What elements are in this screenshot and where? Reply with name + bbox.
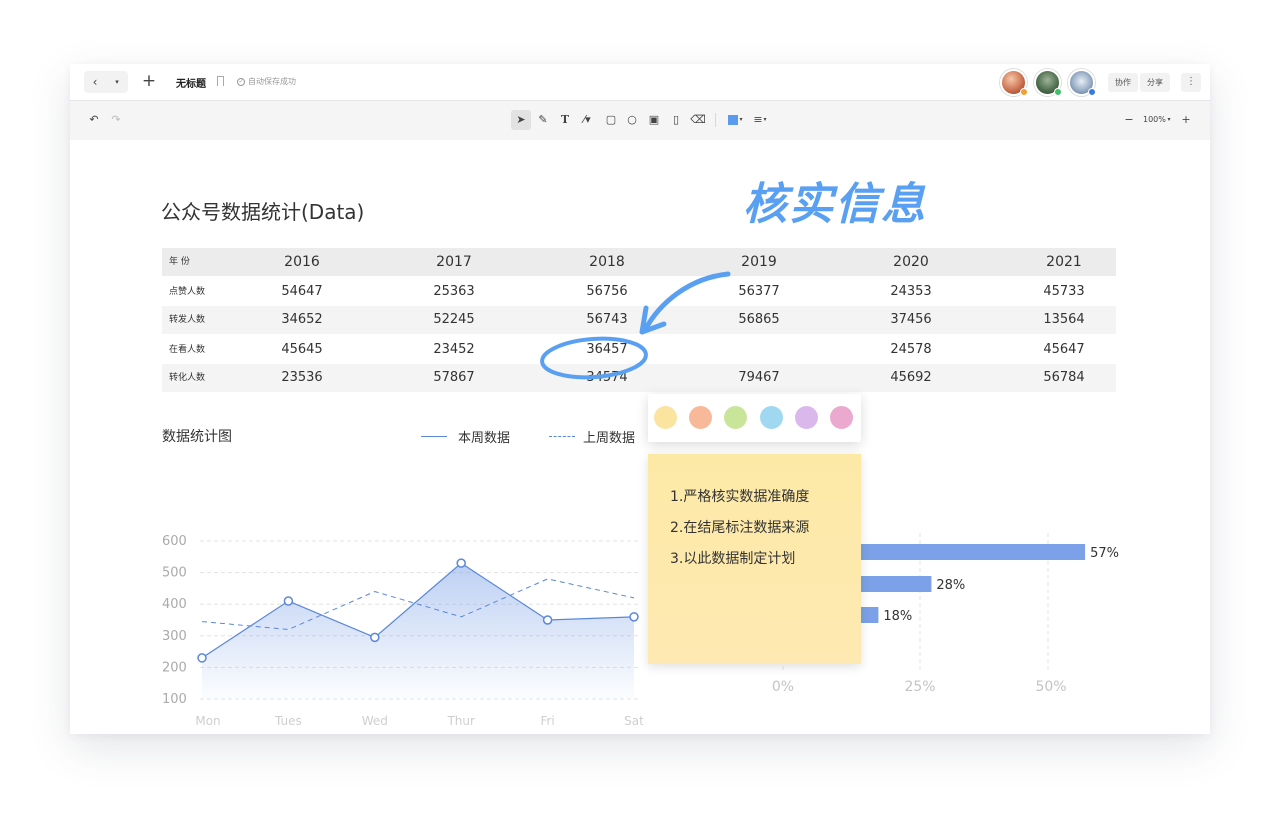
- pen-tool-icon[interactable]: ✎: [533, 110, 553, 130]
- color-swatch[interactable]: [759, 406, 783, 429]
- color-swatch[interactable]: [830, 406, 853, 429]
- status-dot: [1088, 88, 1096, 96]
- data-point: [629, 612, 639, 622]
- text-tool-icon[interactable]: T: [555, 110, 575, 130]
- y-tick-label: 100: [162, 692, 187, 707]
- bar-x-tick-label: 50%: [1035, 679, 1066, 695]
- app-window: ‹ ▾ + 无标题 ✓ 自动保存成功 协作 分享 ⋮ ↶ ↷ ➤ ✎ T ⁄▾ …: [70, 64, 1210, 734]
- avatar-3[interactable]: [1068, 69, 1096, 96]
- x-tick-label: Sat: [624, 714, 644, 728]
- save-status: ✓ 自动保存成功: [237, 76, 296, 87]
- bar-x-tick-label: 0%: [772, 679, 794, 695]
- annotation-text[interactable]: 核实信息: [743, 168, 927, 232]
- toolbar-divider: [715, 113, 716, 127]
- data-point: [542, 615, 553, 625]
- more-menu-button[interactable]: ⋮: [1181, 73, 1201, 92]
- share-button[interactable]: 分享: [1140, 73, 1170, 92]
- status-dot: [1020, 88, 1028, 96]
- back-icon[interactable]: ‹: [84, 75, 106, 89]
- zoom-out-icon[interactable]: −: [1119, 110, 1139, 130]
- image-tool-icon[interactable]: ▣: [644, 110, 664, 130]
- color-swatch[interactable]: [794, 406, 818, 429]
- rectangle-tool-icon[interactable]: ▢: [601, 110, 621, 130]
- bar-value-label: 18%: [883, 609, 912, 624]
- color-swatch[interactable]: [724, 406, 748, 429]
- annotation-circle: [540, 336, 648, 380]
- sticky-note-line: 1.严格核实数据准确度: [670, 489, 810, 505]
- color-palette-popup: [648, 394, 861, 442]
- data-point: [197, 653, 207, 663]
- save-status-text: 自动保存成功: [248, 77, 296, 86]
- sticky-note-line: 3.以此数据制定计划: [670, 551, 796, 567]
- data-point: [283, 596, 294, 606]
- status-dot: [1054, 88, 1062, 96]
- bar-x-tick-label: 25%: [904, 679, 935, 695]
- zoom-level[interactable]: 100%: [1143, 115, 1166, 124]
- file-tool-icon[interactable]: ▯: [666, 110, 686, 130]
- undo-icon[interactable]: ↶: [84, 110, 104, 130]
- bar-value-label: 57%: [1090, 546, 1119, 561]
- x-tick-label: Mon: [195, 714, 220, 728]
- x-tick-label: Tues: [274, 714, 302, 728]
- sticky-note-line: 2.在结尾标注数据来源: [670, 520, 810, 536]
- history-dropdown-icon[interactable]: ▾: [106, 78, 128, 86]
- avatar-2[interactable]: [1034, 69, 1062, 96]
- line-tool-icon[interactable]: ⁄▾: [577, 110, 597, 130]
- y-tick-label: 300: [162, 629, 187, 644]
- circle-tool-icon[interactable]: ○: [622, 110, 642, 130]
- doc-title[interactable]: 无标题: [176, 75, 206, 90]
- color-swatch[interactable]: [654, 406, 677, 429]
- tool-bar: ↶ ↷ ➤ ✎ T ⁄▾ ▢ ○ ▣ ▯ ⌫ ▾ ≡ ▾ − 100% ▾ +: [70, 101, 1210, 140]
- y-tick-label: 400: [162, 597, 187, 612]
- avatar-1[interactable]: [1000, 69, 1028, 96]
- data-point: [370, 632, 380, 643]
- eraser-tool-icon[interactable]: ⌫: [688, 110, 708, 130]
- top-bar: ‹ ▾ + 无标题 ✓ 自动保存成功 协作 分享 ⋮: [70, 64, 1210, 101]
- bar-value-label: 28%: [936, 578, 965, 593]
- line-style-dropdown-icon[interactable]: ▾: [760, 110, 770, 130]
- fill-dropdown-icon[interactable]: ▾: [736, 110, 746, 130]
- zoom-dropdown-icon[interactable]: ▾: [1164, 110, 1174, 130]
- y-tick-label: 200: [162, 660, 187, 675]
- color-swatch[interactable]: [689, 406, 713, 429]
- data-point: [456, 558, 466, 568]
- x-tick-label: Thur: [446, 714, 475, 728]
- select-tool-icon[interactable]: ➤: [511, 110, 531, 130]
- check-icon: ✓: [237, 77, 245, 86]
- y-tick-label: 600: [162, 534, 187, 549]
- zoom-in-icon[interactable]: +: [1176, 110, 1196, 130]
- x-tick-label: Wed: [362, 714, 388, 728]
- bookmark-icon[interactable]: [217, 76, 224, 86]
- redo-icon[interactable]: ↷: [106, 110, 126, 130]
- sticky-note[interactable]: 1.严格核实数据准确度 2.在结尾标注数据来源 3.以此数据制定计划: [648, 454, 861, 664]
- y-tick-label: 500: [162, 566, 187, 581]
- nav-group: ‹ ▾: [84, 71, 128, 93]
- x-tick-label: Fri: [540, 714, 554, 728]
- collaborate-button[interactable]: 协作: [1108, 73, 1138, 92]
- whiteboard-canvas[interactable]: 公众号数据统计(Data) 年 份 2016 2017 2018 2019 2020 202…: [70, 140, 1210, 734]
- charts-layer[interactable]: 100 200 300 400 500 600 Mon Tues Wed Thur Fri Sat 0%…: [70, 140, 1210, 734]
- new-doc-button[interactable]: +: [138, 71, 160, 93]
- annotation-arrow: [642, 271, 731, 333]
